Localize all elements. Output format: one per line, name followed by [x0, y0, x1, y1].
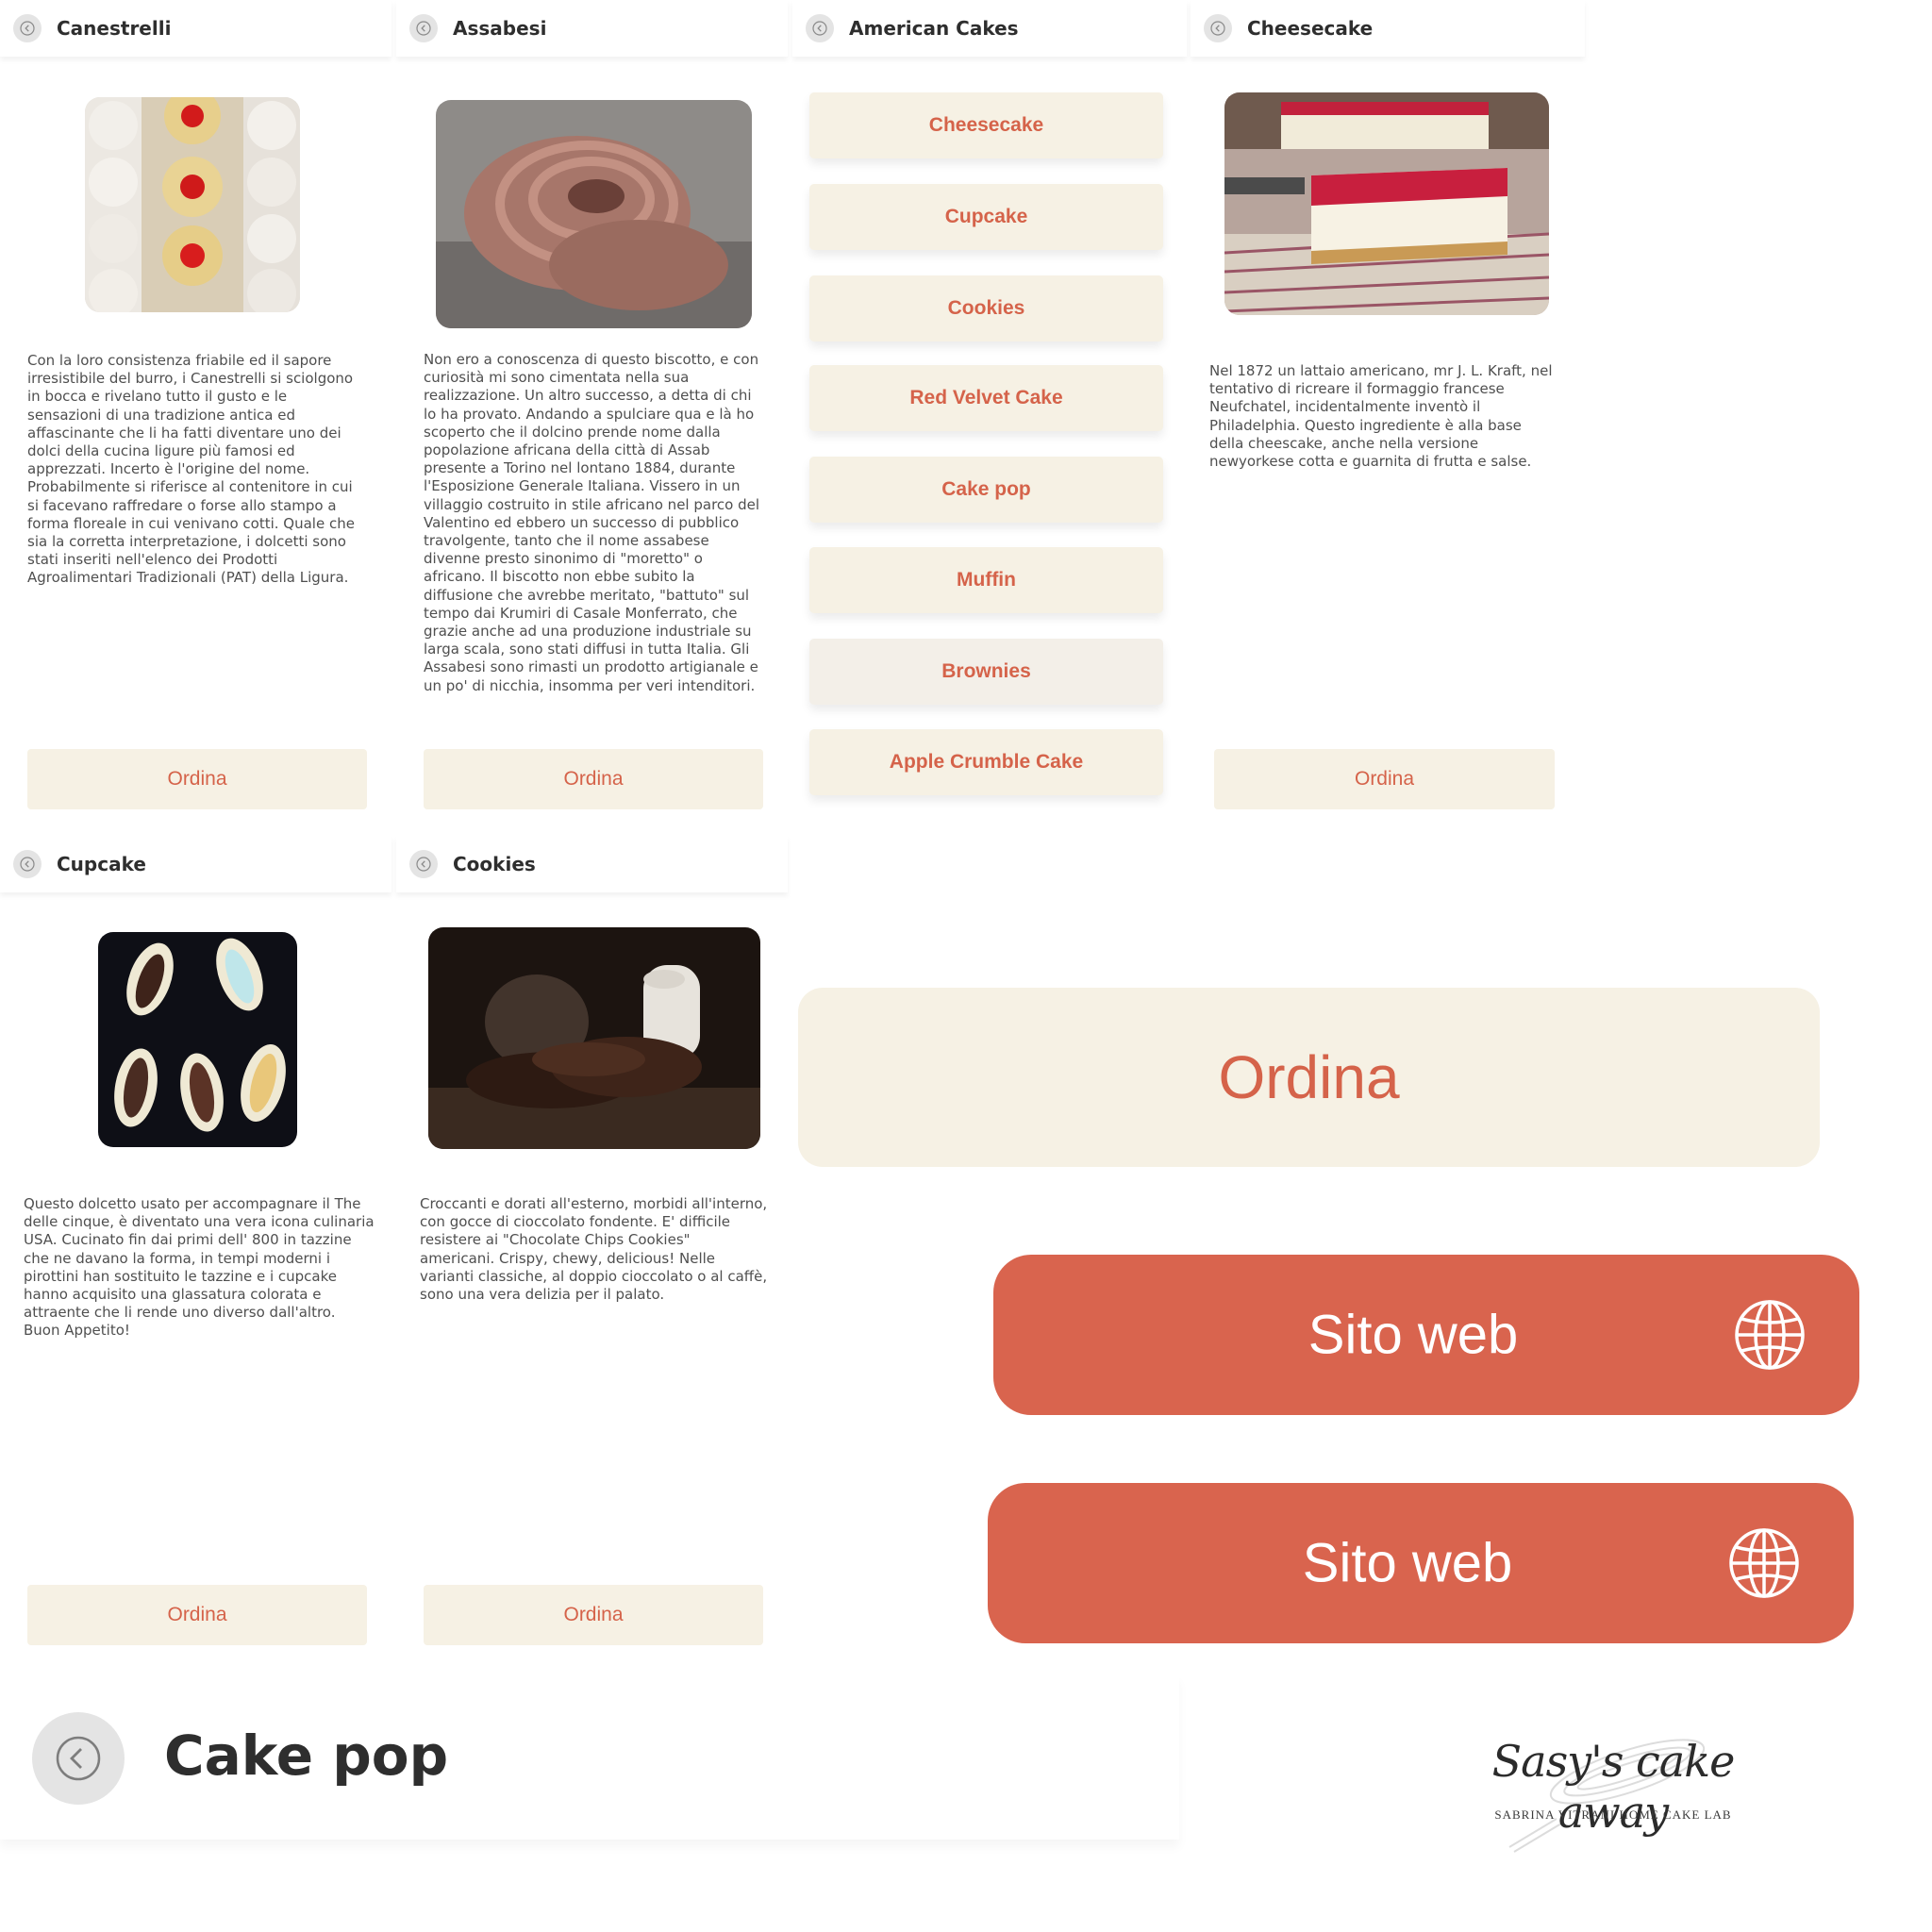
page-title: Canestrelli [57, 17, 172, 40]
chocolate-cookies-photo [428, 927, 760, 1149]
page-title: Cookies [453, 853, 536, 875]
menu-item-apple-crumble-cake[interactable]: Apple Crumble Cake [809, 729, 1163, 795]
menu-item-cheesecake[interactable]: Cheesecake [809, 92, 1163, 158]
assabesi-description: Non ero a conoscenza di questo biscotto,… [424, 351, 760, 694]
back-arrow-icon[interactable] [409, 14, 438, 42]
page-title: American Cakes [849, 17, 1019, 40]
header-assabesi: Assabesi [396, 0, 788, 57]
order-button[interactable]: Ordina [424, 1585, 763, 1645]
menu-item-cupcake[interactable]: Cupcake [809, 184, 1163, 250]
menu-item-cake-pop[interactable]: Cake pop [809, 457, 1163, 523]
page-title: Cake pop [164, 1724, 449, 1788]
back-arrow-icon[interactable] [13, 850, 42, 878]
menu-item-brownies[interactable]: Brownies [809, 639, 1163, 705]
cookies-description: Croccanti e dorati all'esterno, morbidi … [420, 1195, 768, 1304]
assabesi-biscuit-photo [436, 100, 752, 328]
order-button[interactable]: Ordina [1214, 749, 1555, 809]
logo-tagline: SABRINA VITRANI HOME CAKE LAB [1494, 1807, 1732, 1822]
header-cake-pop: Cake pop [0, 1674, 1179, 1840]
canestrelli-description: Con la loro consistenza friabile ed il s… [27, 352, 355, 587]
order-button[interactable]: Ordina [424, 749, 763, 809]
page-title: Cheesecake [1247, 17, 1374, 40]
header-cheesecake: Cheesecake [1191, 0, 1585, 57]
website-button-label: Sito web [1307, 1304, 1519, 1366]
order-button-large[interactable]: Ordina [798, 988, 1820, 1167]
cupcake-description: Questo dolcetto usato per accompagnare i… [24, 1195, 375, 1340]
back-arrow-icon[interactable] [806, 14, 834, 42]
order-button[interactable]: Ordina [27, 749, 367, 809]
website-button-label: Sito web [1302, 1532, 1513, 1594]
menu-item-red-velvet-cake[interactable]: Red Velvet Cake [809, 365, 1163, 431]
sasys-cake-away-logo: Sasy's cake away SABRINA VITRANI HOME CA… [1453, 1706, 1774, 1866]
cheesecake-photo [1224, 92, 1549, 315]
page-title: Assabesi [453, 17, 547, 40]
globe-icon [1733, 1298, 1807, 1372]
order-button[interactable]: Ordina [27, 1585, 367, 1645]
globe-icon [1727, 1526, 1801, 1600]
header-canestrelli: Canestrelli [0, 0, 391, 57]
back-arrow-icon[interactable] [32, 1712, 125, 1805]
header-american-cakes: American Cakes [792, 0, 1187, 57]
header-cookies: Cookies [396, 836, 788, 892]
menu-item-muffin[interactable]: Muffin [809, 547, 1163, 613]
website-button[interactable]: Sito web [988, 1483, 1854, 1643]
website-button[interactable]: Sito web [993, 1255, 1859, 1415]
back-arrow-icon[interactable] [409, 850, 438, 878]
header-cupcake: Cupcake [0, 836, 391, 892]
canestrelli-cookies-photo [85, 97, 300, 312]
back-arrow-icon[interactable] [1204, 14, 1232, 42]
back-arrow-icon[interactable] [13, 14, 42, 42]
cupcake-pastries-photo [98, 932, 297, 1147]
cheesecake-description: Nel 1872 un lattaio americano, mr J. L. … [1209, 362, 1553, 471]
page-title: Cupcake [57, 853, 146, 875]
menu-item-cookies[interactable]: Cookies [809, 275, 1163, 341]
